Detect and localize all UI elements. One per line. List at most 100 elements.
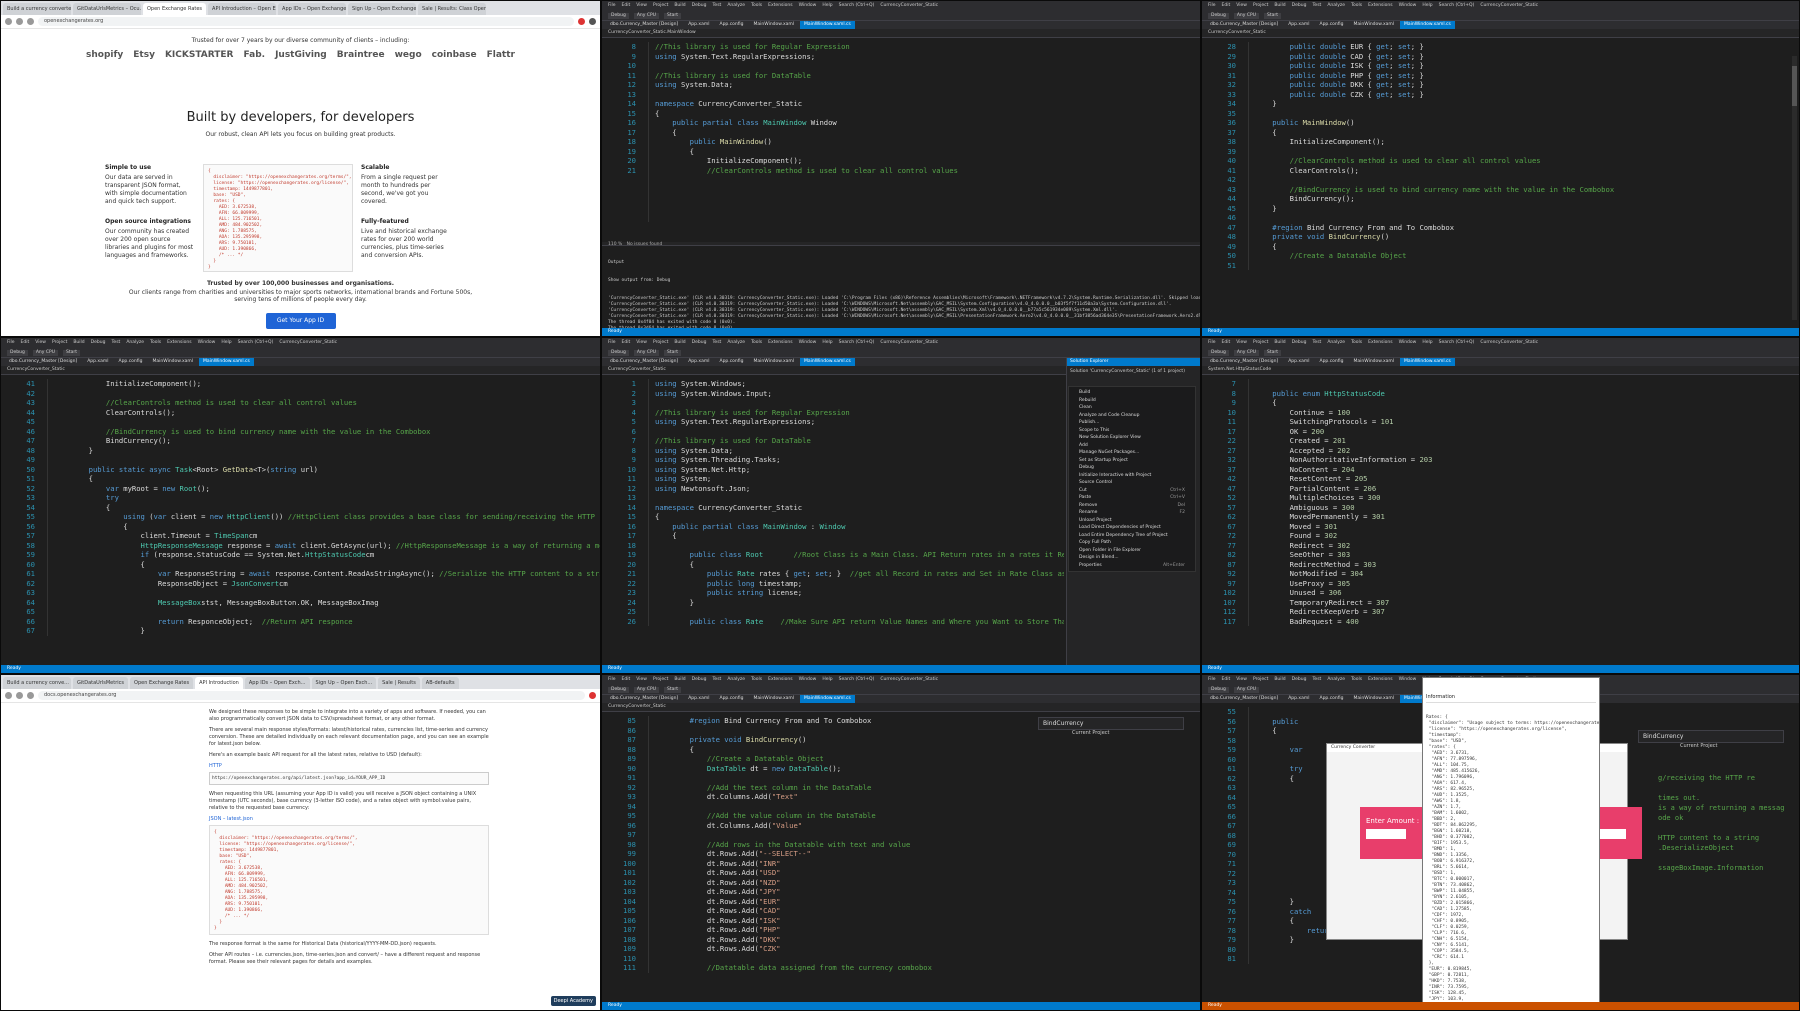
browser-tab[interactable]: AB-defaults — [421, 677, 459, 689]
menu-item[interactable]: Project — [1253, 675, 1268, 685]
menu-item[interactable]: View — [1236, 1, 1247, 11]
config-dropdown[interactable]: Debug — [608, 349, 629, 356]
extensions-icon[interactable] — [589, 692, 596, 699]
platform-dropdown[interactable]: Any CPU — [633, 349, 659, 356]
doc-tab[interactable]: App.xaml — [684, 358, 713, 366]
menu-item[interactable]: Build — [73, 338, 84, 348]
browser-tab[interactable]: Build a currency converter ... — [3, 3, 71, 15]
menu-item[interactable]: Project — [1253, 1, 1268, 11]
context-menu-item[interactable]: Add — [1069, 442, 1195, 450]
doc-tab[interactable]: App.xaml — [1284, 695, 1313, 703]
config-dropdown[interactable]: Debug — [608, 686, 629, 693]
doc-tab[interactable]: dbo.Currency_Master [Design] — [606, 358, 682, 366]
doc-tab[interactable]: App.config — [715, 358, 747, 366]
menu-item[interactable]: Help — [1422, 338, 1432, 348]
context-menu-item[interactable]: Publish... — [1069, 419, 1195, 427]
vs-navigation-bar[interactable]: CurrencyConverter_Static — [1, 366, 600, 375]
doc-tab[interactable]: App.xaml — [83, 358, 112, 366]
context-menu-item[interactable]: Debug — [1069, 464, 1195, 472]
menu-item[interactable]: Window — [1399, 338, 1417, 348]
menu-item[interactable]: Edit — [1222, 1, 1231, 11]
menu-item[interactable]: Window — [799, 1, 817, 11]
browser-tab[interactable]: Open Exchange Rates — [130, 677, 194, 689]
platform-dropdown[interactable]: Any CPU — [633, 686, 659, 693]
output-source[interactable]: Show output from: Debug — [608, 278, 1194, 284]
menu-item[interactable]: Extensions — [768, 1, 792, 11]
menu-item[interactable]: View — [35, 338, 46, 348]
url-input[interactable]: docs.openexchangerates.org — [38, 691, 585, 700]
back-icon[interactable] — [5, 18, 12, 25]
extensions-icon[interactable] — [578, 18, 585, 25]
code-area[interactable]: using System.Windows; using System.Window… — [649, 379, 1064, 626]
doc-tab[interactable]: dbo.Currency_Master [Design] — [1206, 358, 1282, 366]
browser-tab[interactable]: App IDs – Open Exch... — [244, 677, 310, 689]
menu-item[interactable]: Help — [221, 338, 231, 348]
menu-item[interactable]: File — [608, 1, 616, 11]
context-menu-item[interactable]: New Solution Explorer View — [1069, 434, 1195, 442]
doc-tab[interactable]: MainWindow.xaml.cs — [1400, 21, 1455, 29]
context-menu-item[interactable]: Properties Alt+Enter — [1069, 562, 1195, 570]
browser-tab[interactable]: Sale | Results: Class Open... — [418, 3, 487, 15]
search-box[interactable]: Search (Ctrl+Q) — [238, 338, 274, 348]
menu-item[interactable]: Window — [799, 338, 817, 348]
menu-item[interactable]: Build — [674, 338, 685, 348]
menu-item[interactable]: Extensions — [1368, 338, 1392, 348]
menu-item[interactable]: Debug — [1292, 1, 1307, 11]
context-menu-item[interactable]: Manage NuGet Packages... — [1069, 449, 1195, 457]
menu-item[interactable]: Window — [799, 675, 817, 685]
doc-tab[interactable]: App.config — [1315, 21, 1347, 29]
amount-input[interactable] — [1366, 829, 1406, 839]
doc-tab[interactable]: MainWindow.xaml.cs — [800, 695, 855, 703]
doc-tab[interactable]: MainWindow.xaml — [749, 695, 798, 703]
doc-tab[interactable]: dbo.Currency_Master [Design] — [5, 358, 81, 366]
code-area[interactable]: InitializeComponent(); //ClearControls m… — [48, 379, 600, 636]
menu-item[interactable]: Test — [1312, 338, 1321, 348]
find-scope[interactable]: Current Project — [1680, 743, 1717, 749]
search-box[interactable]: Search (Ctrl+Q) — [1439, 1, 1475, 11]
context-menu-item[interactable]: Clean — [1069, 404, 1195, 412]
menu-item[interactable]: Test — [712, 675, 721, 685]
browser-tab[interactable]: API Introduction – Open Ex... — [208, 3, 277, 15]
context-menu-item[interactable]: Rename F2 — [1069, 509, 1195, 517]
menu-item[interactable]: Analyze — [126, 338, 144, 348]
menu-item[interactable]: Test — [1312, 675, 1321, 685]
menu-item[interactable]: Project — [653, 1, 668, 11]
vs-navigation-bar[interactable]: System.Net.HttpStatusCode — [1202, 366, 1799, 375]
doc-tab[interactable]: App.config — [715, 21, 747, 29]
menu-item[interactable]: Project — [653, 675, 668, 685]
code-area[interactable]: public double EUR { get; set; } public d… — [1249, 42, 1799, 270]
context-menu-item[interactable]: Copy Full Path — [1069, 539, 1195, 547]
doc-tab[interactable]: MainWindow.xaml — [1349, 695, 1398, 703]
platform-dropdown[interactable]: Any CPU — [1233, 349, 1259, 356]
doc-tab[interactable]: MainWindow.xaml — [148, 358, 197, 366]
menu-item[interactable]: Test — [712, 338, 721, 348]
platform-dropdown[interactable]: Any CPU — [32, 349, 58, 356]
menu-item[interactable]: Window — [198, 338, 216, 348]
menu-item[interactable]: Analyze — [1327, 338, 1345, 348]
find-scope[interactable]: Current Project — [1072, 730, 1109, 736]
find-input[interactable]: BindCurrency — [1638, 730, 1784, 743]
menu-item[interactable]: Tools — [1351, 1, 1362, 11]
platform-dropdown[interactable]: Any CPU — [1233, 686, 1259, 693]
menu-item[interactable]: Extensions — [768, 338, 792, 348]
context-menu-item[interactable]: Scope to This — [1069, 427, 1195, 435]
menu-item[interactable]: Build — [674, 675, 685, 685]
menu-item[interactable]: Tools — [751, 338, 762, 348]
menu-item[interactable]: Tools — [1351, 338, 1362, 348]
menu-item[interactable]: Edit — [622, 1, 631, 11]
vs-navigation-bar[interactable]: CurrencyConverter_Static — [602, 703, 1200, 712]
vs-navigation-bar[interactable]: CurrencyConverter_Static.MainWindow — [602, 29, 1200, 38]
menu-item[interactable]: File — [1208, 338, 1216, 348]
menu-item[interactable]: File — [7, 338, 15, 348]
request-url[interactable]: https://openexchangerates.org/api/latest… — [209, 772, 489, 785]
forward-icon[interactable] — [16, 18, 23, 25]
config-dropdown[interactable]: Debug — [608, 12, 629, 19]
browser-tab[interactable]: GitDataUrlsMetrics – Ocu... — [73, 3, 141, 15]
config-dropdown[interactable]: Debug — [1208, 686, 1229, 693]
menu-item[interactable]: Edit — [1222, 338, 1231, 348]
forward-icon[interactable] — [16, 692, 23, 699]
context-menu-item[interactable]: Open Folder in File Explorer — [1069, 547, 1195, 555]
search-box[interactable]: Search (Ctrl+Q) — [839, 675, 875, 685]
menu-item[interactable]: Edit — [622, 675, 631, 685]
doc-tab[interactable]: App.xaml — [1284, 21, 1313, 29]
